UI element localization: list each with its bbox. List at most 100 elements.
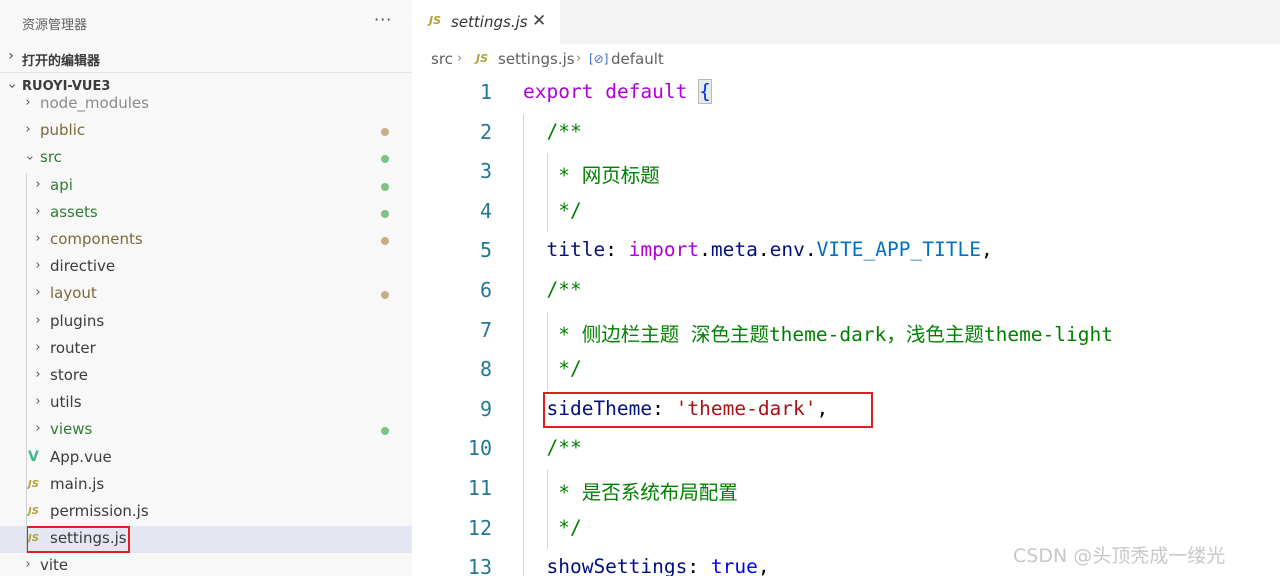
git-status-dot [381, 182, 389, 191]
code-token: title [546, 238, 606, 262]
breadcrumb-file[interactable]: settings.js [498, 50, 575, 68]
tree-item-app-vue[interactable]: V App.vue [0, 445, 412, 472]
tree-item-label: store [50, 366, 88, 384]
more-actions-icon[interactable]: ··· [374, 10, 392, 29]
tree-item-router[interactable]: › router [0, 336, 412, 363]
code-line[interactable]: 3 * 网页标题 [412, 153, 1280, 193]
line-number: 13 [467, 555, 492, 576]
tab-bar: JS settings.js ✕ [412, 0, 1280, 44]
code-text: */ [523, 516, 582, 539]
line-number: 9 [479, 396, 492, 421]
code-line[interactable]: 8 */ [412, 351, 1280, 391]
tree-item-directive[interactable]: › directive [0, 254, 412, 281]
code-line[interactable]: 5 title: import.meta.env.VITE_APP_TITLE, [412, 232, 1280, 272]
code-token: */ [546, 515, 582, 539]
explorer-title: 资源管理器 [22, 18, 88, 33]
tree-item-plugins[interactable]: › plugins [0, 309, 412, 336]
tree-item-label: vite [40, 556, 69, 575]
code-token: * 侧边栏主题 深色主题theme-dark，浅色主题theme-light [546, 322, 1113, 346]
code-editor[interactable]: 1 export default {2 /** 3 * 网页标题 4 */5 titl… [412, 74, 1280, 576]
breadcrumb: src › JS settings.js › [⊘] default [412, 44, 1280, 74]
code-token: /** [546, 119, 582, 143]
open-editors-section[interactable]: › 打开的编辑器 [0, 44, 412, 72]
tree-item-main-js[interactable]: JS main.js [0, 472, 412, 499]
tree-item-assets[interactable]: › assets [0, 200, 412, 227]
code-token: default [605, 80, 688, 103]
code-line[interactable]: 10 /** [412, 430, 1280, 470]
chevron-right-icon: › [25, 122, 31, 138]
close-icon[interactable]: ✕ [532, 11, 546, 31]
explorer-header: 资源管理器 ··· [0, 0, 412, 44]
breadcrumb-src[interactable]: src [431, 50, 453, 68]
highlight-box [543, 391, 873, 428]
code-token: /** [546, 278, 582, 301]
explorer-sidebar: 资源管理器 ··· › 打开的编辑器 › RUOYI-VUE3 › node_mo… [0, 0, 412, 576]
code-line[interactable]: 7 * 侧边栏主题 深色主题theme-dark，浅色主题theme-light [412, 312, 1280, 352]
git-status-dot [381, 128, 389, 137]
chevron-right-icon: › [35, 176, 41, 192]
chevron-right-icon: › [35, 285, 41, 301]
js-file-icon: JS [476, 52, 489, 65]
code-text: */ [523, 199, 582, 222]
breadcrumb-symbol[interactable]: default [611, 50, 664, 68]
tree-item-label: App.vue [50, 447, 112, 466]
editor-area: JS settings.js ✕ src › JS settings.js › … [412, 0, 1280, 576]
code-line[interactable]: 4 */ [412, 193, 1280, 233]
code-token: */ [546, 357, 582, 381]
git-status-dot [381, 237, 389, 245]
line-number: 12 [467, 515, 492, 540]
chevron-right-icon: › [35, 394, 41, 410]
code-text: */ [523, 357, 582, 380]
js-file-icon: JS [429, 14, 442, 27]
code-line[interactable]: 1 export default { [412, 74, 1280, 114]
code-token: * 网页标题 [546, 164, 660, 188]
chevron-right-icon: › [35, 258, 41, 274]
code-token: , [757, 555, 770, 576]
code-text: title: import.meta.env.VITE_APP_TITLE, [523, 238, 992, 262]
code-token: env [769, 238, 805, 262]
tree-item-vite[interactable]: › vite [0, 553, 412, 576]
code-token: . [804, 238, 817, 262]
code-line[interactable]: 2 /** [412, 114, 1280, 154]
chevron-right-icon: › [35, 421, 41, 437]
code-token: : [605, 238, 629, 262]
chevron-right-icon: › [457, 51, 463, 66]
tree-item-label: layout [50, 284, 97, 303]
tree-item-label: directive [50, 257, 116, 276]
js-file-icon: JS [28, 478, 39, 490]
tree-item-label: assets [50, 202, 98, 221]
code-text: /** [523, 436, 582, 460]
code-line[interactable]: 6 /** [412, 272, 1280, 312]
tree-item-api[interactable]: › api [0, 173, 412, 200]
chevron-right-icon: › [35, 367, 41, 382]
tree-item-src[interactable]: › src [0, 145, 412, 172]
tree-item-layout[interactable]: › layout [0, 281, 412, 308]
code-token: * 是否系统布局配置 [546, 481, 738, 504]
code-line[interactable]: 11 * 是否系统布局配置 [412, 470, 1280, 510]
chevron-right-icon: › [576, 51, 582, 66]
tree-item-public[interactable]: › public [0, 118, 412, 145]
tree-item-store[interactable]: › store [0, 363, 412, 390]
tree-item-node-modules[interactable]: › node_modules [0, 91, 412, 118]
tab-settings-js[interactable]: JS settings.js ✕ [412, 0, 560, 44]
code-text: export default { [523, 79, 712, 104]
chevron-right-icon: › [25, 557, 31, 573]
tree-item-label: permission.js [50, 502, 149, 520]
code-token: showSettings [546, 555, 688, 576]
line-number: 3 [479, 159, 492, 184]
tab-label: settings.js [451, 13, 528, 31]
code-token: meta [710, 238, 758, 262]
tree-item-utils[interactable]: › utils [0, 390, 412, 417]
tree-item-permission-js[interactable]: JS permission.js [0, 499, 412, 526]
tree-item-components[interactable]: › components [0, 227, 412, 254]
tree-item-views[interactable]: › views [0, 417, 412, 444]
chevron-right-icon: › [25, 95, 31, 110]
code-token: /** [546, 436, 582, 460]
